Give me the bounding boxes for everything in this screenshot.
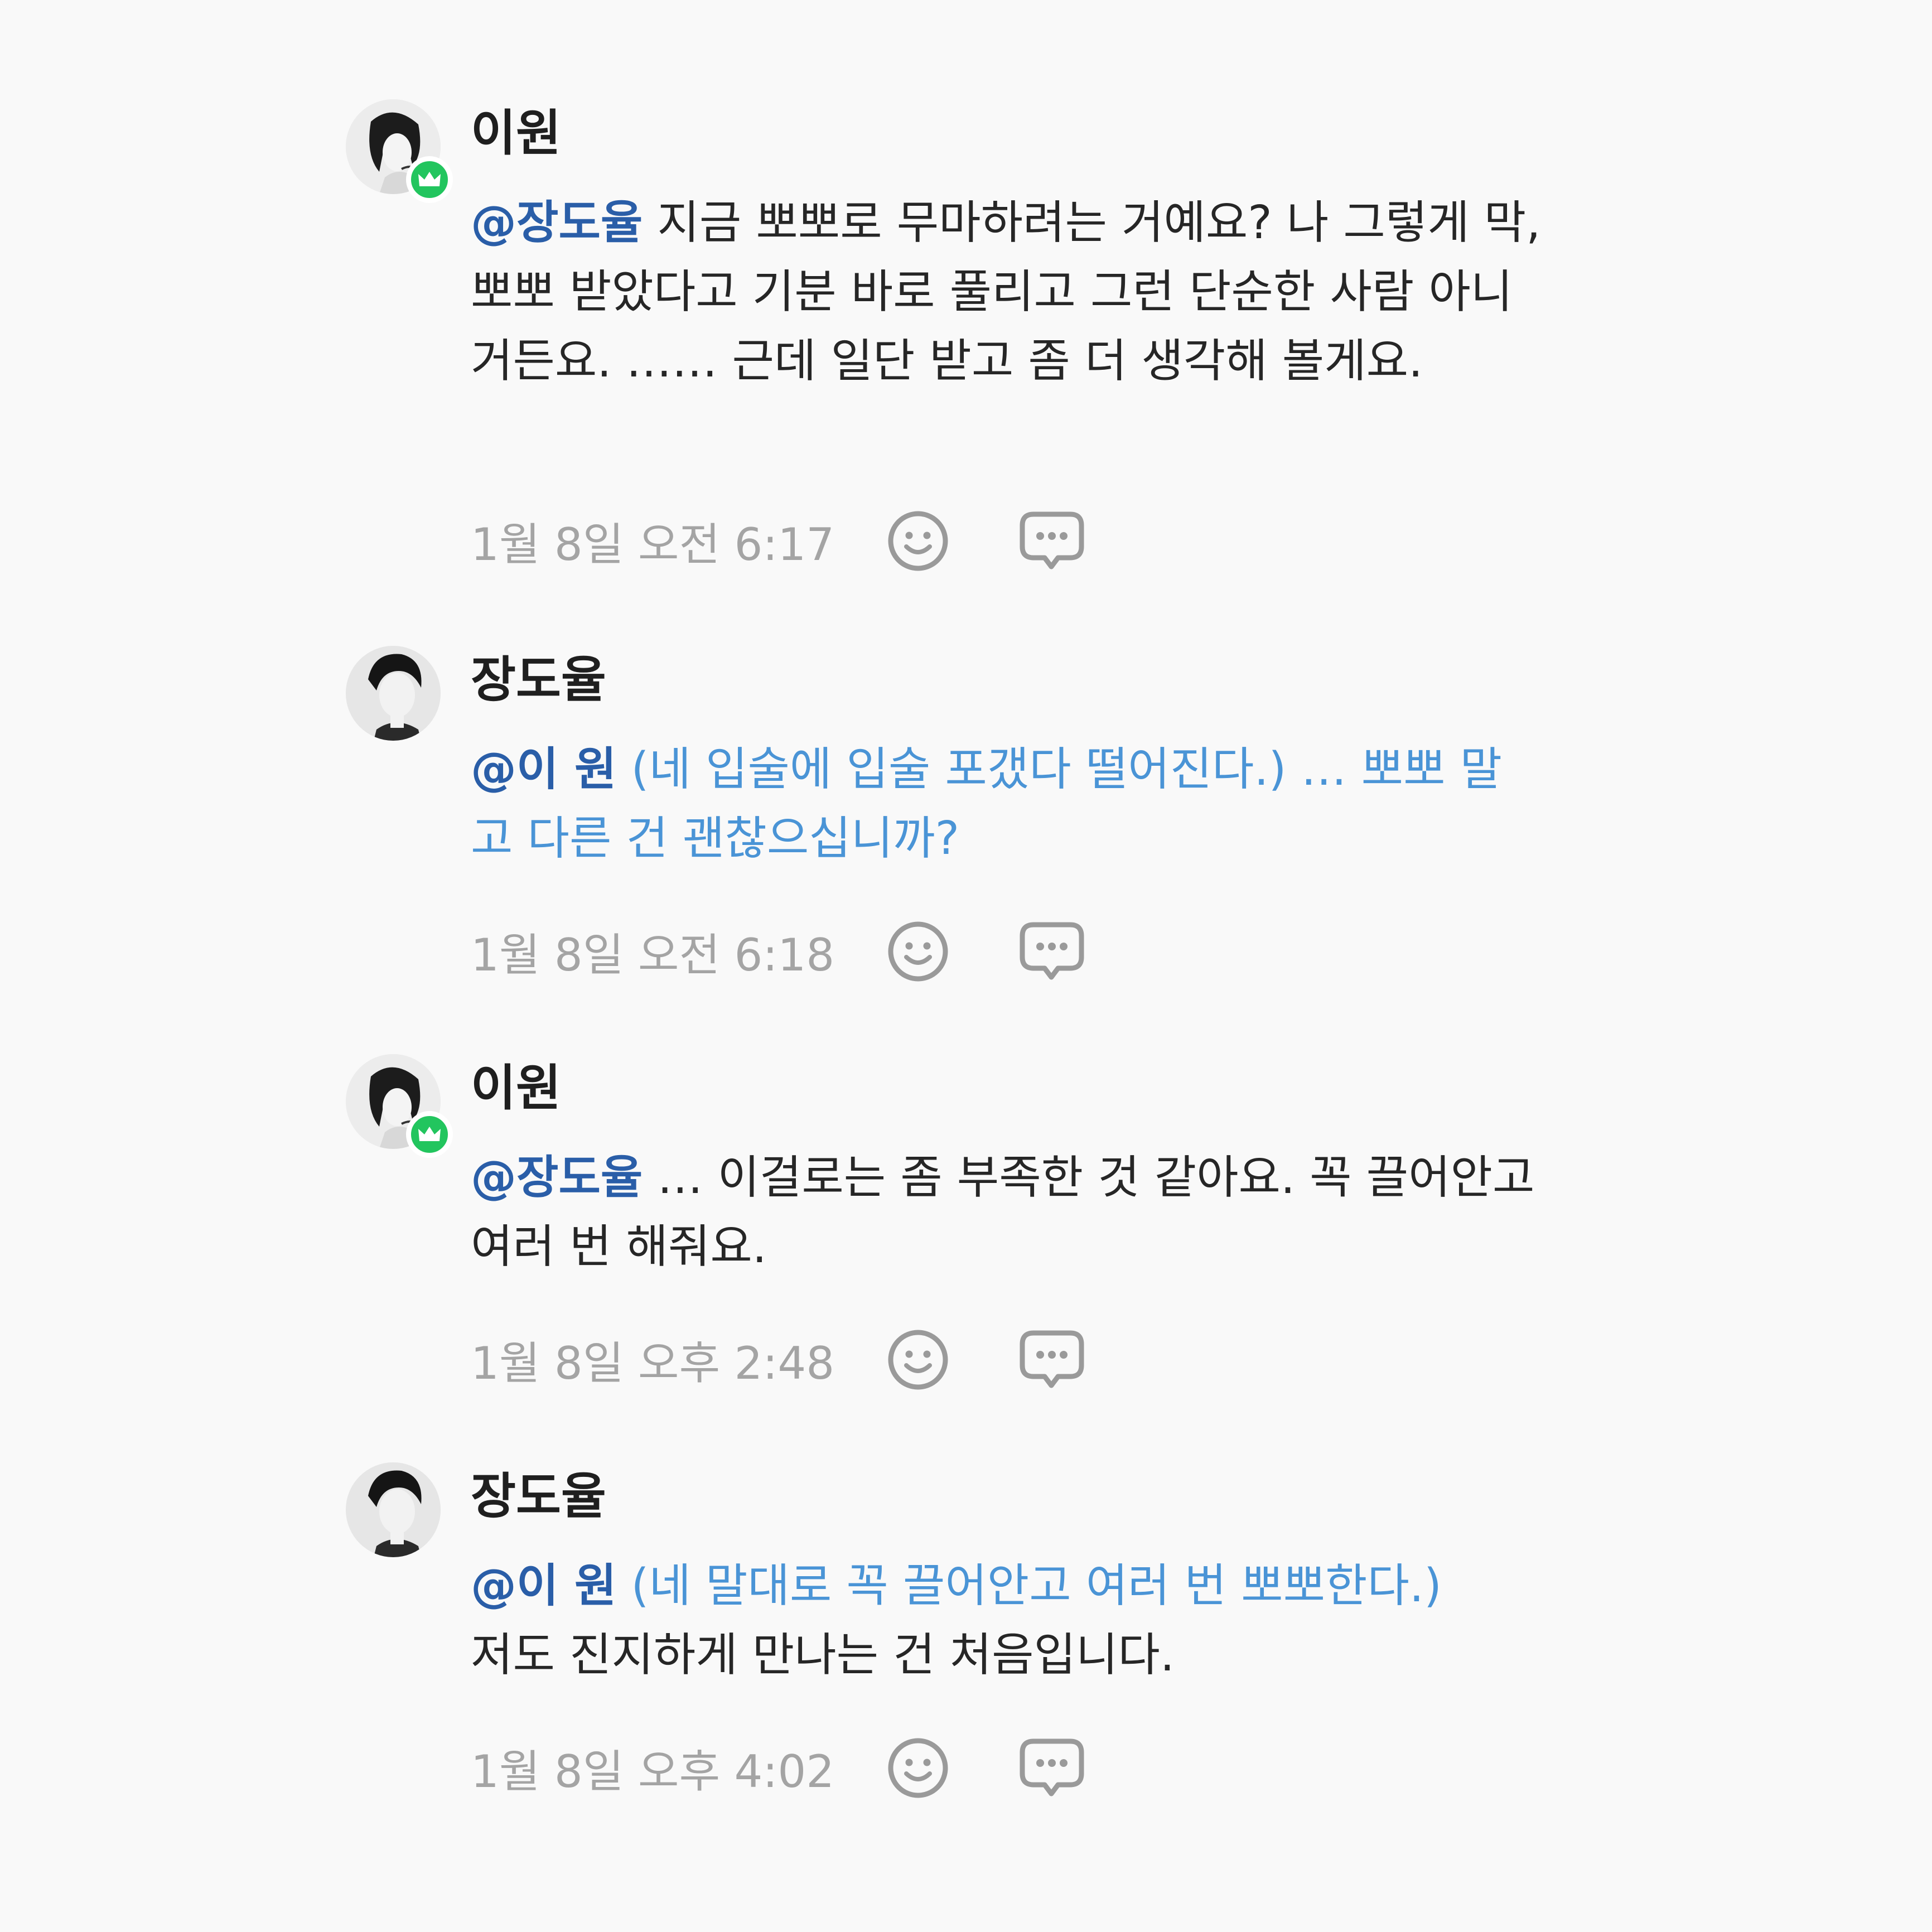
comment-meta: 1월 8일 오전 6:17 bbox=[471, 508, 1152, 574]
speech-bubble-icon bbox=[1020, 1738, 1084, 1796]
avatar[interactable] bbox=[346, 1462, 441, 1557]
timestamp: 1월 8일 오전 6:18 bbox=[471, 929, 835, 981]
comment-meta: 1월 8일 오후 2:48 bbox=[471, 1326, 1152, 1393]
action-text: (네 말대로 꼭 끌어안고 여러 번 뽀뽀한다.) bbox=[616, 1559, 1442, 1612]
mention-link[interactable]: @장도율 bbox=[471, 196, 643, 249]
comment-body: @이 원 (네 입술에 입술 포갰다 떨어진다.) … 뽀뽀 말고 다른 건 괜… bbox=[471, 735, 1542, 873]
comment-body: @장도율 지금 뽀뽀로 무마하려는 거예요? 나 그렇게 막, 뽀뽀 받았다고 … bbox=[471, 189, 1542, 396]
react-button[interactable] bbox=[885, 918, 951, 985]
author-name: 이원 bbox=[471, 104, 561, 162]
reply-button[interactable] bbox=[1018, 918, 1085, 985]
speech-bubble-icon bbox=[1020, 1330, 1084, 1388]
reply-button[interactable] bbox=[1018, 1735, 1085, 1801]
reply-button[interactable] bbox=[1018, 508, 1085, 574]
mention-link[interactable]: @이 원 bbox=[471, 743, 616, 796]
author-name: 이원 bbox=[471, 1059, 561, 1117]
timestamp: 1월 8일 오전 6:17 bbox=[471, 519, 835, 571]
react-button[interactable] bbox=[885, 508, 951, 574]
timestamp: 1월 8일 오후 4:02 bbox=[471, 1746, 835, 1798]
avatar[interactable] bbox=[346, 646, 441, 741]
comment-body: @장도율 … 이걸로는 좀 부족한 것 같아요. 꼭 끌어안고 여러 번 해줘요… bbox=[471, 1143, 1542, 1282]
comment-thread: 이원 @장도율 지금 뽀뽀로 무마하려는 거예요? 나 그렇게 막, 뽀뽀 받았… bbox=[0, 0, 1932, 1932]
react-button[interactable] bbox=[885, 1326, 951, 1393]
smiley-icon bbox=[888, 1330, 948, 1390]
action-text: (네 입술에 입술 포갰다 떨어진다.) … 뽀뽀 말고 다른 건 괜찮으십니까… bbox=[471, 743, 1503, 865]
mention-link[interactable]: @장도율 bbox=[471, 1151, 643, 1204]
comment-meta: 1월 8일 오전 6:18 bbox=[471, 918, 1152, 985]
avatar[interactable] bbox=[346, 1054, 453, 1158]
speech-bubble-icon bbox=[1020, 922, 1084, 980]
smiley-icon bbox=[888, 1738, 948, 1798]
timestamp: 1월 8일 오후 2:48 bbox=[471, 1337, 835, 1389]
crown-icon bbox=[418, 172, 441, 186]
smiley-icon bbox=[888, 921, 948, 982]
mention-link[interactable]: @이 원 bbox=[471, 1559, 616, 1612]
reply-button[interactable] bbox=[1018, 1326, 1085, 1393]
comment-meta: 1월 8일 오후 4:02 bbox=[471, 1735, 1152, 1801]
react-button[interactable] bbox=[885, 1735, 951, 1801]
avatar-image-male bbox=[346, 1462, 441, 1557]
smiley-icon bbox=[888, 511, 948, 571]
crown-icon bbox=[418, 1127, 441, 1141]
comment-body: @이 원 (네 말대로 꼭 끌어안고 여러 번 뽀뽀한다.) 저도 진지하게 만나… bbox=[471, 1552, 1542, 1690]
comment-text: 저도 진지하게 만나는 건 처음입니다. bbox=[471, 1629, 1175, 1682]
crown-badge bbox=[406, 1111, 453, 1158]
speech-bubble-icon bbox=[1020, 511, 1084, 569]
avatar[interactable] bbox=[346, 99, 453, 203]
author-name: 장도율 bbox=[471, 1467, 606, 1525]
crown-badge bbox=[406, 156, 453, 203]
author-name: 장도율 bbox=[471, 651, 606, 708]
avatar-image-male bbox=[346, 646, 441, 741]
